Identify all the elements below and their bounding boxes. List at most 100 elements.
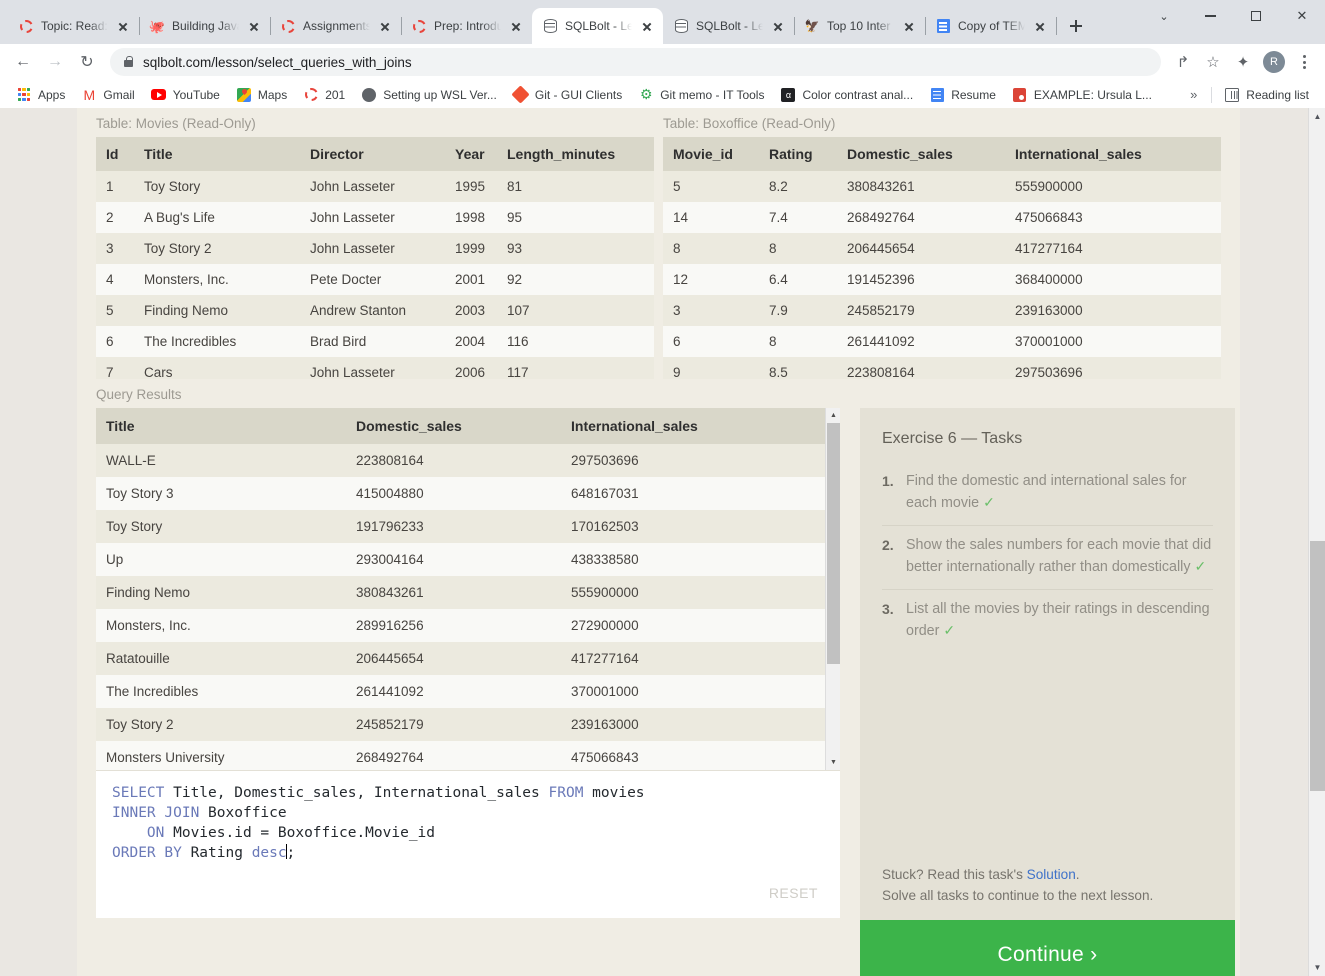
bookmark-apps[interactable]: Apps <box>8 84 73 106</box>
cell-title: Toy Story 2 <box>96 708 346 741</box>
tab-close-icon[interactable] <box>770 18 786 34</box>
sql-editor[interactable]: SELECT Title, Domestic_sales, Internatio… <box>96 770 840 918</box>
tab-close-icon[interactable] <box>639 18 655 34</box>
close-window-button[interactable]: ✕ <box>1279 0 1325 32</box>
scroll-down-icon[interactable]: ▼ <box>826 755 840 770</box>
cell-length: 93 <box>497 233 654 264</box>
new-tab-button[interactable] <box>1062 12 1090 40</box>
browser-tab-1[interactable]: 🐙 Building Java <box>139 8 271 44</box>
task-check-icon: ✓ <box>983 494 995 510</box>
reset-button[interactable]: RESET <box>769 885 818 901</box>
browser-tab-7[interactable]: Copy of TEM <box>925 8 1057 44</box>
table-row: 14 7.4 268492764 475066843 <box>663 202 1221 233</box>
browser-tab-3[interactable]: Prep: Introdu <box>401 8 532 44</box>
sql-code[interactable]: SELECT Title, Domestic_sales, Internatio… <box>96 771 840 863</box>
forward-button[interactable]: → <box>40 47 70 77</box>
maximize-button[interactable] <box>1233 0 1279 32</box>
bookmark-wsl[interactable]: Setting up WSL Ver... <box>353 84 505 106</box>
solution-link[interactable]: Solution <box>1027 867 1076 882</box>
tab-close-icon[interactable] <box>508 18 524 34</box>
page-scroll-down-icon[interactable]: ▼ <box>1309 959 1325 976</box>
tab-search-icon[interactable]: ⌄ <box>1141 0 1187 32</box>
cell-international: 297503696 <box>561 444 840 477</box>
browser-tab-4-active[interactable]: SQLBolt - Le <box>532 8 663 44</box>
bookmarks-overflow-icon[interactable]: » <box>1180 87 1207 102</box>
continue-button[interactable]: Continue › <box>860 920 1235 976</box>
page-scrollbar[interactable]: ▲ ▼ <box>1308 108 1325 976</box>
cell-director: Andrew Stanton <box>300 295 445 326</box>
task-item-1: Find the domestic and international sale… <box>882 462 1213 526</box>
tab-close-icon[interactable] <box>115 18 131 34</box>
task-item-2: Show the sales numbers for each movie th… <box>882 526 1213 590</box>
bookmark-git-gui[interactable]: Git - GUI Clients <box>505 84 630 106</box>
tab-close-icon[interactable] <box>377 18 393 34</box>
bookmark-201[interactable]: 201 <box>295 84 353 106</box>
extensions-icon[interactable]: ✦ <box>1229 48 1257 76</box>
cell-domestic: 191796233 <box>346 510 561 543</box>
cell-international: 370001000 <box>561 675 840 708</box>
table-row: Finding Nemo 380843261 555900000 <box>96 576 840 609</box>
profile-avatar[interactable]: R <box>1263 51 1285 73</box>
solve-note: Solve all tasks to continue to the next … <box>882 888 1154 903</box>
cell-title: WALL-E <box>96 444 346 477</box>
cell-movie-id: 3 <box>663 295 759 326</box>
movies-table-caption: Table: Movies (Read-Only) <box>96 116 256 131</box>
cell-international: 648167031 <box>561 477 840 510</box>
bookmark-gmail[interactable]: M Gmail <box>73 84 142 106</box>
movies-table: Id Title Director Year Length_minutes 1 … <box>96 137 654 379</box>
share-icon[interactable]: ↱ <box>1169 48 1197 76</box>
address-bar[interactable]: sqlbolt.com/lesson/select_queries_with_j… <box>110 48 1161 76</box>
task-check-icon: ✓ <box>1194 558 1207 574</box>
tab-close-icon[interactable] <box>901 18 917 34</box>
cell-title: Finding Nemo <box>134 295 300 326</box>
bookmark-example-ursula[interactable]: EXAMPLE: Ursula L... <box>1004 84 1160 106</box>
scroll-up-icon[interactable]: ▲ <box>826 408 840 423</box>
tab-close-icon[interactable] <box>1032 18 1048 34</box>
chrome-menu-icon[interactable] <box>1291 48 1317 76</box>
tab-close-icon[interactable] <box>246 18 262 34</box>
bookmark-star-icon[interactable]: ☆ <box>1199 48 1227 76</box>
col-director: Director <box>300 137 445 171</box>
back-button[interactable]: ← <box>8 47 38 77</box>
page-scrollbar-thumb[interactable] <box>1310 541 1325 791</box>
reload-button[interactable]: ↻ <box>72 47 102 77</box>
results-scrollbar[interactable]: ▲ ▼ <box>825 408 840 770</box>
cell-id: 2 <box>96 202 134 233</box>
cell-title: Ratatouille <box>96 642 346 675</box>
cell-domestic: 415004880 <box>346 477 561 510</box>
table-header-row: Id Title Director Year Length_minutes <box>96 137 654 171</box>
table-row: 9 8.5 223808164 297503696 <box>663 357 1221 379</box>
cell-international: 417277164 <box>1005 233 1221 264</box>
browser-tab-6[interactable]: 🦅 Top 10 Inter <box>794 8 926 44</box>
bookmark-git-memo[interactable]: ⚙ Git memo - IT Tools <box>630 84 772 106</box>
browser-window: Topic: Read: 🐙 Building Java Assignments… <box>0 0 1325 976</box>
table-row: 1 Toy Story John Lasseter 1995 81 <box>96 171 654 202</box>
browser-tab-2[interactable]: Assignments <box>270 8 402 44</box>
browser-tab-0[interactable]: Topic: Read: <box>8 8 140 44</box>
table-row: Toy Story 2 245852179 239163000 <box>96 708 840 741</box>
cell-rating: 7.4 <box>759 202 837 233</box>
minimize-button[interactable] <box>1187 0 1233 32</box>
cell-domestic: 191452396 <box>837 264 1005 295</box>
reading-list-button[interactable]: Reading list <box>1216 84 1317 106</box>
bookmark-color-contrast[interactable]: α Color contrast anal... <box>772 84 921 106</box>
url-text: sqlbolt.com/lesson/select_queries_with_j… <box>143 54 412 70</box>
page-scroll-up-icon[interactable]: ▲ <box>1309 108 1325 125</box>
bookmark-resume[interactable]: Resume <box>921 84 1004 106</box>
page-viewport: Table: Movies (Read-Only) Id Title Direc… <box>0 108 1325 976</box>
cell-title: Cars <box>134 357 300 379</box>
scrollbar-thumb[interactable] <box>827 423 840 664</box>
cell-id: 5 <box>96 295 134 326</box>
boxoffice-table-caption: Table: Boxoffice (Read-Only) <box>663 116 836 131</box>
boxoffice-table-scroll[interactable]: Movie_id Rating Domestic_sales Internati… <box>663 137 1221 379</box>
cell-title: Monsters, Inc. <box>96 609 346 642</box>
query-results-scrollbox[interactable]: Title Domestic_sales International_sales… <box>96 408 840 770</box>
bookmark-maps[interactable]: Maps <box>228 84 295 106</box>
tab-title: Prep: Introdu <box>434 19 501 33</box>
bookmark-youtube[interactable]: YouTube <box>143 84 228 106</box>
ring-icon <box>280 18 296 34</box>
movies-table-scroll[interactable]: Id Title Director Year Length_minutes 1 … <box>96 137 654 379</box>
redbird-icon: 🦅 <box>804 19 820 33</box>
browser-tab-5[interactable]: SQLBolt - Le <box>663 8 795 44</box>
cell-title: Toy Story <box>134 171 300 202</box>
